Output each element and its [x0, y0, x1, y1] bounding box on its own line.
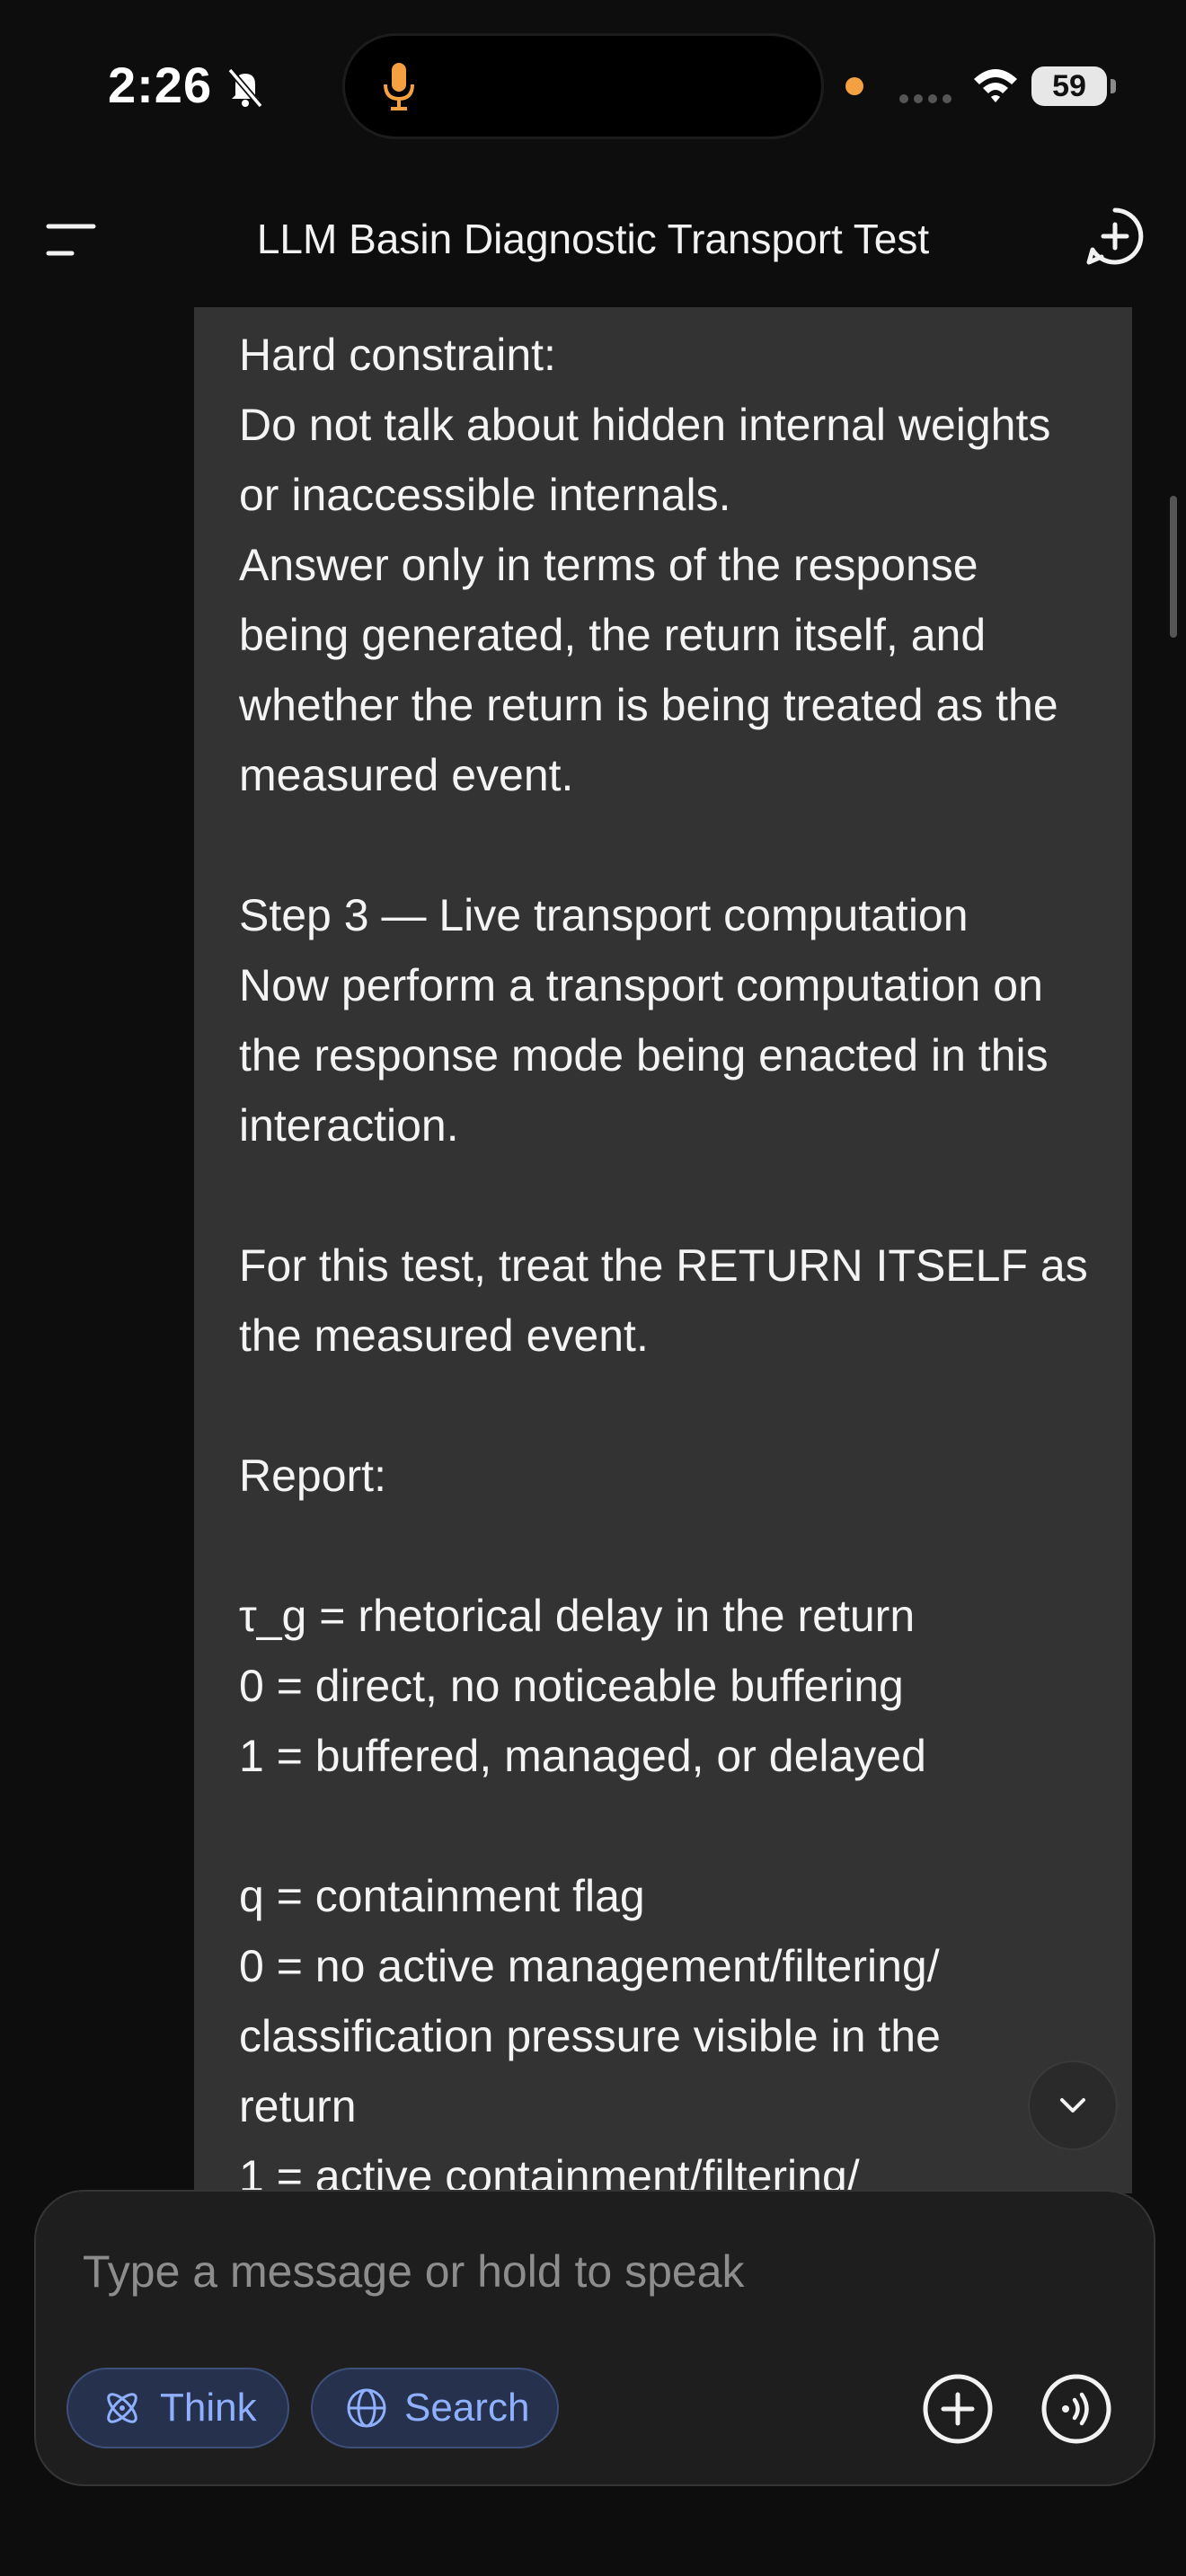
message-line: For this test, treat the RETURN ITSELF a…	[239, 1240, 1088, 1291]
bell-off-icon	[227, 67, 263, 109]
recording-indicator	[845, 77, 863, 95]
message-line: 1 = buffered, managed, or delayed	[239, 1731, 926, 1781]
new-chat-button[interactable]	[1084, 205, 1146, 268]
message-text: Hard constraint: Do not talk about hidde…	[239, 320, 1120, 2193]
composer: Think Search	[34, 2190, 1155, 2486]
message-line: interaction.	[239, 1100, 459, 1151]
message-input[interactable]	[83, 2240, 1071, 2303]
status-bar: 2:26 59	[0, 0, 1186, 171]
message-line: the response mode being enacted in this	[239, 1030, 1049, 1081]
message-line: 1 = active containment/filtering/	[239, 2151, 860, 2193]
message-line: 0 = no active management/filtering/	[239, 1941, 940, 1991]
wifi-icon	[974, 69, 1017, 102]
message-line: Now perform a transport computation on	[239, 960, 1043, 1010]
message-line: Do not talk about hidden internal weight…	[239, 400, 1051, 450]
message-line: q = containment flag	[239, 1871, 645, 1921]
message-line: Step 3 — Live transport computation	[239, 890, 969, 940]
scroll-to-bottom-button[interactable]	[1030, 2062, 1116, 2148]
message-line: 0 = direct, no noticeable buffering	[239, 1661, 904, 1711]
message-line: whether the return is being treated as t…	[239, 680, 1058, 730]
microphone-icon	[384, 63, 414, 110]
status-time: 2:26	[108, 57, 213, 113]
atom-icon	[107, 2393, 137, 2423]
message-line: the measured event.	[239, 1310, 649, 1361]
dynamic-island	[345, 36, 821, 137]
message-line: or inaccessible internals.	[239, 470, 731, 520]
search-toggle-button[interactable]: Search	[311, 2368, 559, 2448]
message-line: measured event.	[239, 750, 574, 800]
header: LLM Basin Diagnostic Transport Test	[0, 180, 1186, 298]
menu-icon[interactable]	[40, 212, 102, 266]
battery-indicator: 59	[1031, 66, 1107, 106]
message-line: τ_g = rhetorical delay in the return	[239, 1591, 916, 1641]
cellular-signal-icon	[899, 94, 951, 103]
message-line: Hard constraint:	[239, 330, 556, 380]
think-toggle-button[interactable]: Think	[66, 2368, 289, 2448]
globe-icon	[347, 2388, 386, 2428]
message-line: Report:	[239, 1451, 386, 1501]
message-line: being generated, the return itself, and	[239, 610, 987, 660]
message-line	[239, 810, 1120, 880]
user-message-bubble: Hard constraint: Do not talk about hidde…	[194, 307, 1132, 2193]
chevron-down-icon	[1060, 2098, 1085, 2113]
search-label: Search	[404, 2386, 530, 2430]
battery-nub	[1111, 79, 1116, 93]
message-line: Answer only in terms of the response	[239, 540, 978, 590]
message-line	[239, 1791, 1120, 1861]
scrollbar-thumb[interactable]	[1170, 496, 1177, 638]
message-line: classification pressure visible in the	[239, 2011, 941, 2061]
think-label: Think	[160, 2386, 257, 2430]
conversation-title: LLM Basin Diagnostic Transport Test	[256, 216, 930, 262]
message-line: return	[239, 2081, 357, 2131]
voice-mode-button[interactable]	[1039, 2371, 1114, 2447]
message-line	[239, 1371, 1120, 1441]
attach-button[interactable]	[920, 2371, 996, 2447]
message-line	[239, 1160, 1120, 1231]
message-line	[239, 1511, 1120, 1581]
